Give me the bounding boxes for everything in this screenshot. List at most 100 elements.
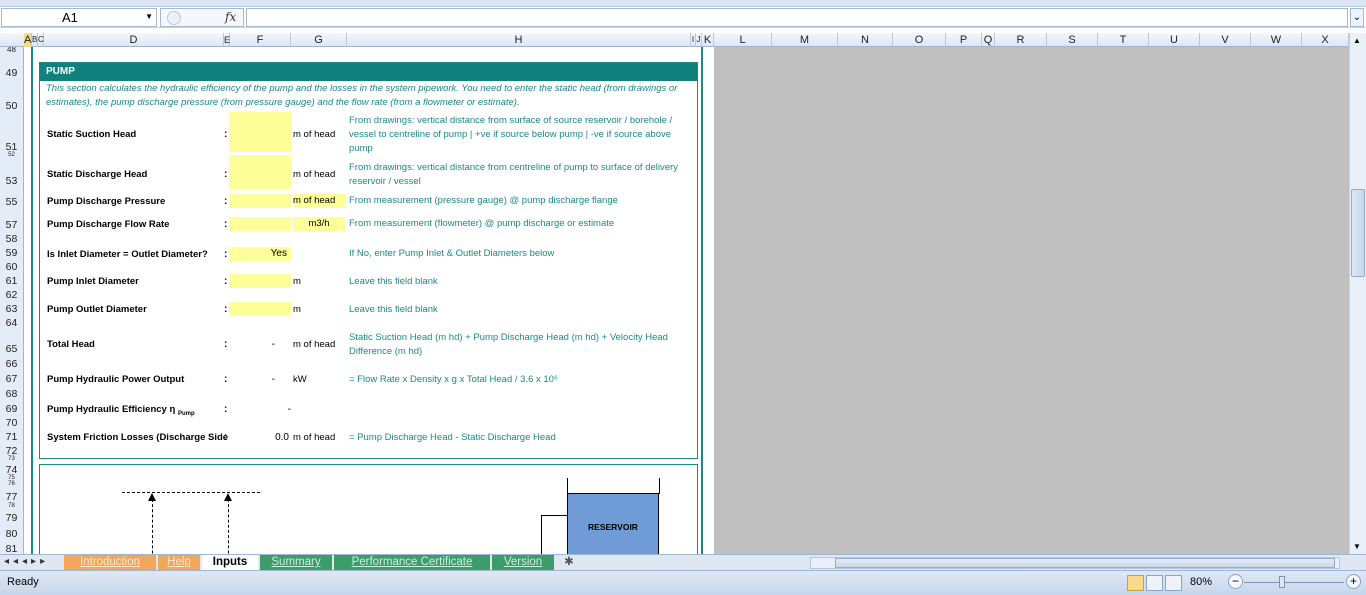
column-header-g[interactable]: G: [291, 33, 347, 47]
zoom-slider[interactable]: [1244, 582, 1344, 583]
hydraulic-power-note: = Flow Rate x Density x g x Total Head /…: [349, 374, 558, 385]
tab-performance-certificate[interactable]: Performance Certificate: [334, 555, 490, 570]
row-header[interactable]: 65: [0, 343, 23, 355]
pump-discharge-flow-rate-note: From measurement (flowmeter) @ pump disc…: [349, 218, 615, 229]
row-header[interactable]: 55: [0, 196, 23, 208]
column-header-d[interactable]: D: [44, 33, 224, 47]
column-header-f[interactable]: F: [230, 33, 291, 47]
column-header-o[interactable]: O: [893, 33, 946, 47]
colon: :: [224, 276, 228, 287]
tab-version[interactable]: Version: [492, 555, 554, 570]
pump-discharge-pressure-note: From measurement (pressure gauge) @ pump…: [349, 195, 618, 206]
row-header[interactable]: 77: [0, 491, 23, 503]
static-discharge-head-label: Static Discharge Head: [47, 169, 148, 180]
expand-formula-bar-icon[interactable]: ⌄: [1350, 8, 1364, 27]
formula-bar: A1 ▼ fx ⌄: [0, 7, 1366, 28]
total-head-value: -: [271, 339, 275, 350]
pump-inlet-diameter-label: Pump Inlet Diameter: [47, 276, 139, 287]
row-header[interactable]: 60: [0, 261, 23, 273]
row-header[interactable]: 71: [0, 431, 23, 443]
row-header[interactable]: 80: [0, 528, 23, 540]
unit-label: m3/h: [293, 217, 345, 231]
row-header[interactable]: 79: [0, 512, 23, 524]
row-header[interactable]: 63: [0, 303, 23, 315]
formula-input[interactable]: [246, 8, 1348, 27]
row-header[interactable]: 61: [0, 275, 23, 287]
column-header-t[interactable]: T: [1098, 33, 1149, 47]
grey-area: [714, 47, 1349, 554]
row-header[interactable]: 53: [0, 175, 23, 187]
static-suction-head-input[interactable]: [229, 112, 291, 152]
row-header[interactable]: 76: [0, 481, 23, 487]
insert-sheet-icon[interactable]: ✱: [560, 555, 578, 570]
column-header-s[interactable]: S: [1047, 33, 1098, 47]
row-header[interactable]: 58: [0, 233, 23, 245]
column-headers: A B C D E F G H I J K L M N O P Q R S T …: [0, 33, 1349, 47]
row-header[interactable]: 48: [0, 47, 23, 54]
row-header[interactable]: 81: [0, 543, 23, 554]
static-discharge-head-input[interactable]: [229, 155, 291, 189]
column-header-w[interactable]: W: [1251, 33, 1302, 47]
tab-help[interactable]: Help: [158, 555, 200, 570]
column-header-r[interactable]: R: [995, 33, 1047, 47]
page-layout-view-icon[interactable]: [1146, 575, 1163, 591]
column-header-h[interactable]: H: [347, 33, 691, 47]
page-break-view-icon[interactable]: [1165, 575, 1182, 591]
scroll-thumb[interactable]: [835, 558, 1335, 568]
scroll-thumb[interactable]: [1351, 189, 1365, 277]
zoom-out-button[interactable]: −: [1228, 574, 1243, 589]
row-header[interactable]: 67: [0, 373, 23, 385]
column-header-k[interactable]: K: [702, 33, 714, 47]
zoom-slider-thumb[interactable]: [1279, 576, 1285, 588]
insert-function-button[interactable]: fx: [225, 10, 236, 24]
tab-introduction[interactable]: Introduction: [64, 555, 156, 570]
row-header[interactable]: 64: [0, 317, 23, 329]
column-header-l[interactable]: L: [714, 33, 772, 47]
row-header[interactable]: 68: [0, 388, 23, 400]
inlet-equals-outlet-select[interactable]: Yes: [229, 247, 291, 261]
column-header-u[interactable]: U: [1149, 33, 1200, 47]
scroll-down-icon[interactable]: ▼: [1353, 542, 1361, 551]
column-header-p[interactable]: P: [946, 33, 982, 47]
column-header-x[interactable]: X: [1302, 33, 1349, 47]
pump-discharge-pressure-input[interactable]: [229, 194, 291, 208]
pump-inlet-diameter-input[interactable]: [229, 274, 291, 288]
column-header-n[interactable]: N: [838, 33, 893, 47]
pump-discharge-flow-rate-input[interactable]: [229, 217, 291, 231]
ribbon-edge: [0, 0, 1366, 7]
hydraulic-power-value: -: [271, 374, 275, 385]
row-header[interactable]: 50: [0, 100, 23, 112]
zoom-in-button[interactable]: +: [1346, 574, 1361, 589]
row-header[interactable]: 49: [0, 67, 23, 79]
zoom-level[interactable]: 80%: [1190, 576, 1212, 588]
row-header[interactable]: 59: [0, 247, 23, 259]
column-header-v[interactable]: V: [1200, 33, 1251, 47]
pump-outlet-diameter-input[interactable]: [229, 302, 291, 316]
scroll-up-icon[interactable]: ▲: [1353, 36, 1361, 45]
row-header[interactable]: 78: [0, 503, 23, 509]
name-box[interactable]: A1 ▼: [1, 8, 157, 27]
sheet-nav-icons[interactable]: ◂◂◂▸▸: [4, 556, 49, 567]
row-header[interactable]: 73: [0, 456, 23, 462]
horizontal-scrollbar[interactable]: [810, 557, 1340, 569]
worksheet[interactable]: PUMP This section calculates the hydraul…: [24, 47, 1349, 554]
tab-inputs[interactable]: Inputs: [202, 555, 258, 570]
colon: :: [224, 219, 228, 230]
tab-summary[interactable]: Summary: [260, 555, 332, 570]
inlet-equals-outlet-note: If No, enter Pump Inlet & Outlet Diamete…: [349, 248, 555, 259]
unit-label: kW: [293, 374, 307, 385]
row-header[interactable]: 70: [0, 417, 23, 429]
pump-inlet-diameter-note: Leave this field blank: [349, 276, 438, 287]
row-header[interactable]: 57: [0, 219, 23, 231]
vertical-scrollbar[interactable]: ▲ ▼: [1349, 33, 1366, 554]
column-header-m[interactable]: M: [772, 33, 838, 47]
row-header[interactable]: 52: [0, 152, 23, 158]
row-header[interactable]: 66: [0, 358, 23, 370]
row-header[interactable]: 62: [0, 289, 23, 301]
column-header-q[interactable]: Q: [982, 33, 995, 47]
chevron-down-icon[interactable]: ▼: [145, 12, 153, 21]
normal-view-icon[interactable]: [1127, 575, 1144, 591]
hydraulic-efficiency-label: Pump Hydraulic Efficiency η Pump: [47, 404, 195, 417]
row-header[interactable]: 69: [0, 403, 23, 415]
column-header-a[interactable]: A: [24, 33, 32, 47]
